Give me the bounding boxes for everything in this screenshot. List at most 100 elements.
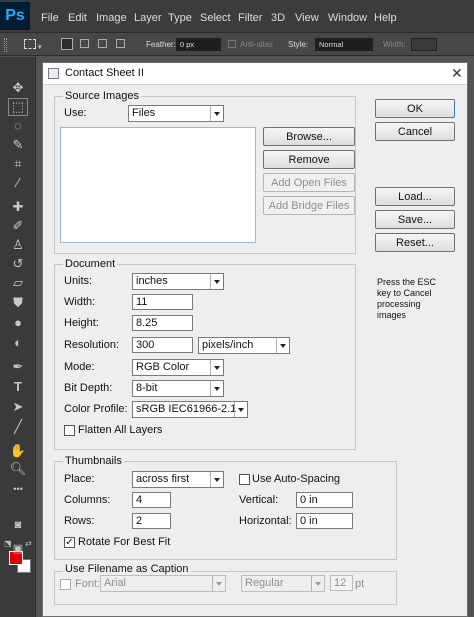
- brush-tool-icon[interactable]: ✐: [9, 218, 27, 234]
- bitdepth-select-value: 8-bit: [136, 382, 158, 394]
- line-tool-icon[interactable]: ╱: [9, 419, 27, 435]
- blur-tool-icon[interactable]: ●: [9, 315, 27, 331]
- add-bridge-files-button[interactable]: Add Bridge Files: [263, 196, 355, 215]
- resolution-input[interactable]: 300: [132, 337, 193, 353]
- mode-select[interactable]: RGB Color: [132, 359, 224, 376]
- menu-type[interactable]: Type: [168, 0, 192, 32]
- auto-spacing-checkbox[interactable]: [239, 474, 250, 485]
- reset-button[interactable]: Reset...: [375, 233, 455, 252]
- document-legend: Document: [63, 258, 118, 271]
- vertical-label: Vertical:: [239, 494, 279, 506]
- bitdepth-label: Bit Depth:: [64, 382, 113, 394]
- quick-mask-icon[interactable]: ◙: [9, 517, 27, 533]
- screen-mode-icon[interactable]: ▣: [9, 541, 27, 557]
- thumbnails-legend: Thumbnails: [63, 455, 124, 468]
- style-select[interactable]: Normal: [315, 38, 373, 51]
- remove-button[interactable]: Remove: [263, 150, 355, 169]
- rows-input[interactable]: 2: [132, 513, 171, 529]
- marquee-tool-icon[interactable]: ⬚: [8, 98, 28, 116]
- color-profile-select[interactable]: sRGB IEC61966-2.1: [132, 401, 248, 418]
- menu-view[interactable]: View: [295, 0, 319, 32]
- cancel-button[interactable]: Cancel: [375, 122, 455, 141]
- move-tool-icon[interactable]: ✥: [9, 80, 27, 96]
- bitdepth-select[interactable]: 8-bit: [132, 380, 224, 397]
- use-filename-caption-checkbox[interactable]: [60, 579, 71, 590]
- resolution-unit-value: pixels/inch: [202, 339, 254, 351]
- dodge-tool-icon[interactable]: ◐: [9, 335, 27, 351]
- more-tools-icon[interactable]: •••: [9, 481, 27, 497]
- color-profile-value: sRGB IEC61966-2.1: [136, 403, 237, 415]
- horizontal-input[interactable]: 0 in: [296, 513, 353, 529]
- height-label: Height:: [64, 317, 99, 329]
- marquee-preset-icon[interactable]: [24, 39, 36, 49]
- units-select[interactable]: inches: [132, 273, 224, 290]
- menu-help[interactable]: Help: [374, 0, 397, 32]
- feather-input[interactable]: 0 px: [176, 38, 221, 51]
- width-label: Width:: [383, 40, 406, 49]
- units-select-value: inches: [136, 275, 168, 287]
- path-select-tool-icon[interactable]: ➤: [9, 399, 27, 415]
- hand-tool-icon[interactable]: ✋: [9, 443, 27, 459]
- add-open-files-button[interactable]: Add Open Files: [263, 173, 355, 192]
- width-input[interactable]: [411, 38, 437, 51]
- dialog-titlebar[interactable]: Contact Sheet II ✕: [43, 63, 467, 85]
- menu-layer[interactable]: Layer: [134, 0, 162, 32]
- menu-select[interactable]: Select: [200, 0, 231, 32]
- close-icon[interactable]: ✕: [451, 65, 463, 82]
- lasso-tool-icon[interactable]: ◌: [9, 118, 27, 134]
- paint-bucket-tool-icon[interactable]: ⛊: [9, 295, 27, 311]
- use-select-value: Files: [132, 107, 156, 119]
- menu-edit[interactable]: Edit: [68, 0, 87, 32]
- source-images-legend: Source Images: [63, 90, 141, 103]
- clone-stamp-tool-icon[interactable]: ♙: [9, 237, 27, 253]
- browse-button[interactable]: Browse...: [263, 127, 355, 146]
- save-button[interactable]: Save...: [375, 210, 455, 229]
- rows-label: Rows:: [64, 515, 95, 527]
- menu-window[interactable]: Window: [328, 0, 367, 32]
- resolution-unit-select[interactable]: pixels/inch: [198, 337, 290, 354]
- subtract-selection-icon[interactable]: [98, 39, 107, 48]
- menu-filter[interactable]: Filter: [238, 0, 262, 32]
- source-files-list[interactable]: [60, 127, 256, 243]
- rotate-best-fit-checkbox[interactable]: ✓: [64, 537, 75, 548]
- load-button[interactable]: Load...: [375, 187, 455, 206]
- chevron-down-icon: [311, 576, 324, 591]
- history-brush-tool-icon[interactable]: ↺: [9, 256, 27, 272]
- add-selection-icon[interactable]: [80, 39, 89, 48]
- vertical-input[interactable]: 0 in: [296, 492, 353, 508]
- width-input[interactable]: 11: [132, 294, 193, 310]
- menu-file[interactable]: File: [41, 0, 59, 32]
- healing-brush-tool-icon[interactable]: ✚: [9, 199, 27, 215]
- type-tool-icon[interactable]: T: [9, 379, 27, 395]
- contact-sheet-dialog: Contact Sheet II ✕ Source Images Use: Fi…: [42, 62, 468, 617]
- tools-panel: ✥ ⬚ ◌ ✎ ⌗ ⁄ ✚ ✐ ♙ ↺ ▱ ⛊ ● ◐ ✒ T ➤ ╱ ✋ 🔍︎…: [0, 57, 36, 617]
- antialias-checkbox[interactable]: [228, 40, 236, 48]
- height-input[interactable]: 8.25: [132, 315, 193, 331]
- font-style-select[interactable]: Regular: [241, 575, 325, 592]
- new-selection-icon[interactable]: [61, 38, 73, 50]
- font-size-input[interactable]: 12: [330, 575, 353, 591]
- place-label: Place:: [64, 473, 95, 485]
- font-select[interactable]: Arial: [100, 575, 226, 592]
- place-select[interactable]: across first: [132, 471, 224, 488]
- zoom-tool-icon[interactable]: 🔍︎: [9, 461, 27, 477]
- chevron-down-icon: [210, 381, 223, 396]
- options-bar: ▾ Feather: 0 px Anti-alias Style: Normal…: [0, 32, 474, 56]
- auto-spacing-label: Use Auto-Spacing: [252, 473, 341, 485]
- columns-input[interactable]: 4: [132, 492, 171, 508]
- quick-select-tool-icon[interactable]: ✎: [9, 137, 27, 153]
- ok-button[interactable]: OK: [375, 99, 455, 118]
- menu-3d[interactable]: 3D: [271, 0, 285, 32]
- font-select-value: Arial: [104, 577, 127, 589]
- menu-image[interactable]: Image: [96, 0, 127, 32]
- eyedropper-tool-icon[interactable]: ⁄: [9, 175, 27, 191]
- crop-tool-icon[interactable]: ⌗: [9, 156, 27, 172]
- use-select[interactable]: Files: [128, 105, 224, 122]
- style-label: Style:: [288, 40, 309, 49]
- pen-tool-icon[interactable]: ✒: [9, 359, 27, 375]
- place-select-value: across first: [136, 473, 190, 485]
- intersect-selection-icon[interactable]: [116, 39, 125, 48]
- width-label: Width:: [64, 296, 96, 308]
- flatten-layers-checkbox[interactable]: [64, 425, 75, 436]
- eraser-tool-icon[interactable]: ▱: [9, 275, 27, 291]
